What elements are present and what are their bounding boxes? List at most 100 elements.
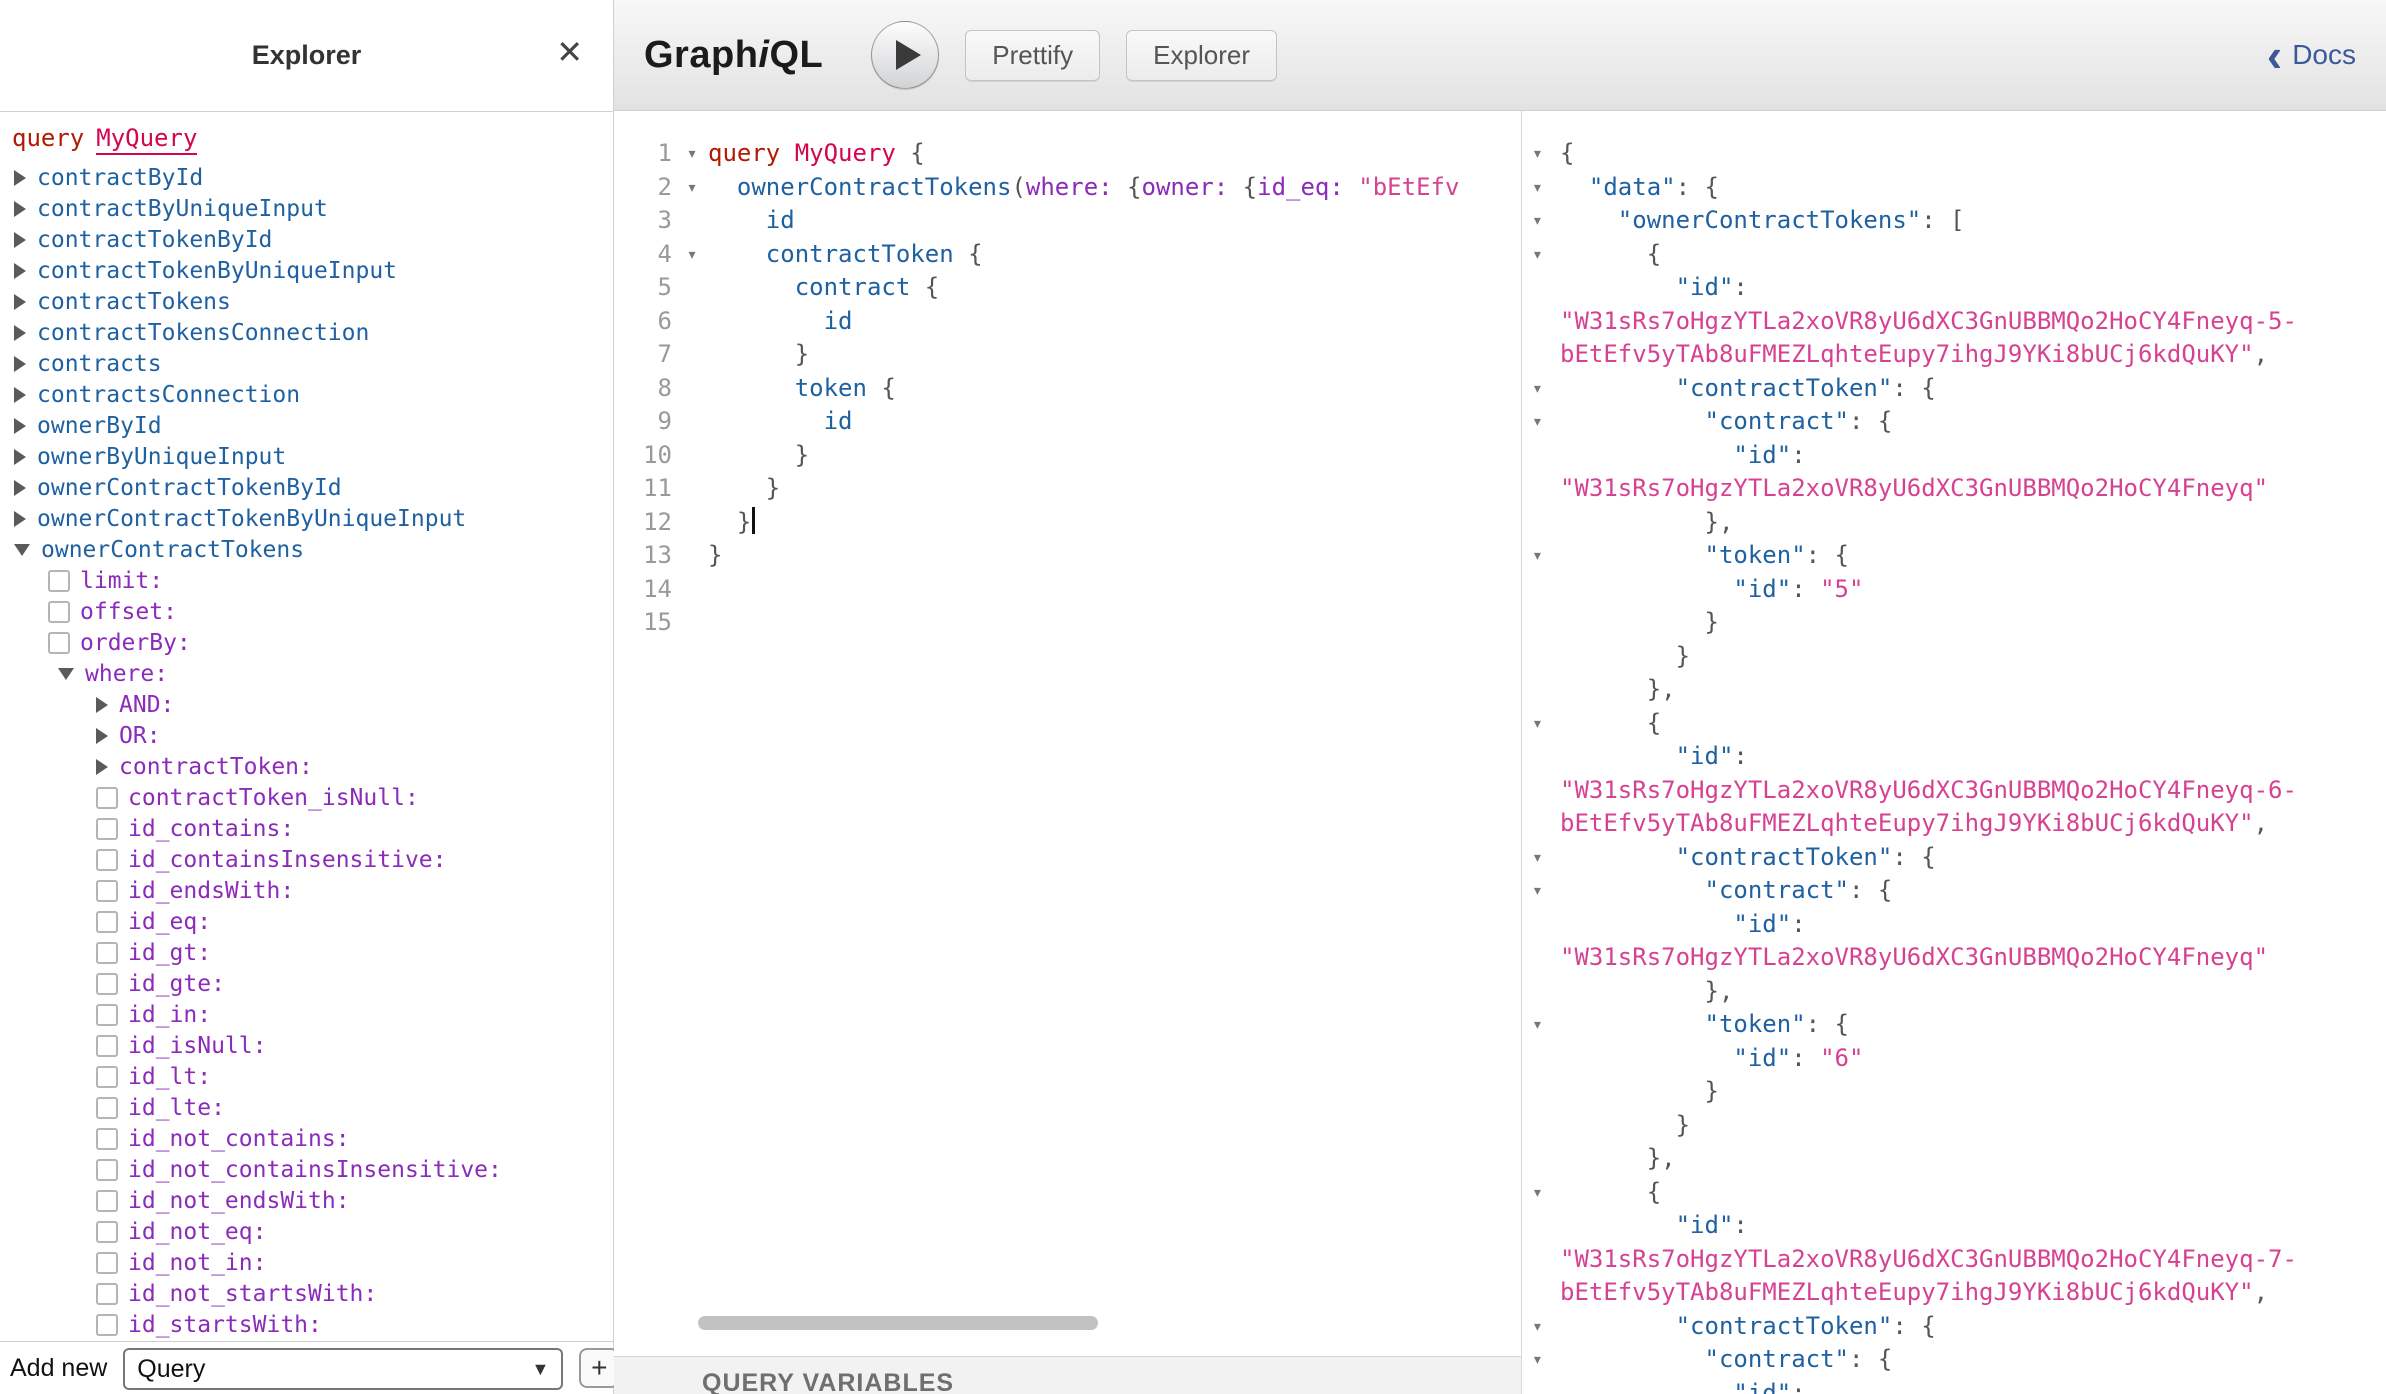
query-editor[interactable]: 1▾query MyQuery {2▾ ownerContractTokens(… (614, 111, 1522, 1394)
explorer-node-id_lte[interactable]: id_lte: (12, 1092, 613, 1123)
collapse-arrow-icon[interactable] (14, 544, 30, 556)
explorer-node-id_endsWith[interactable]: id_endsWith: (12, 875, 613, 906)
checkbox[interactable] (96, 1190, 118, 1212)
fold-arrow-icon[interactable]: ▾ (1522, 405, 1560, 439)
checkbox[interactable] (96, 818, 118, 840)
checkbox[interactable] (96, 787, 118, 809)
explorer-node-contractTokens[interactable]: contractTokens (12, 286, 613, 317)
expand-arrow-icon[interactable] (96, 728, 108, 744)
explorer-node-id_not_endsWith[interactable]: id_not_endsWith: (12, 1185, 613, 1216)
fold-arrow-icon[interactable]: ▾ (1522, 238, 1560, 272)
checkbox[interactable] (96, 1097, 118, 1119)
expand-arrow-icon[interactable] (14, 325, 26, 341)
checkbox[interactable] (96, 911, 118, 933)
checkbox[interactable] (96, 973, 118, 995)
fold-arrow-icon[interactable]: ▾ (1522, 171, 1560, 205)
explorer-node-contractToken[interactable]: contractToken: (12, 751, 613, 782)
explorer-node-contractByUniqueInput[interactable]: contractByUniqueInput (12, 193, 613, 224)
checkbox[interactable] (96, 880, 118, 902)
explorer-node-contractToken_isNull[interactable]: contractToken_isNull: (12, 782, 613, 813)
explorer-node-id_startsWith[interactable]: id_startsWith: (12, 1309, 613, 1340)
explorer-node-AND[interactable]: AND: (12, 689, 613, 720)
fold-arrow-icon[interactable]: ▾ (1522, 137, 1560, 171)
fold-arrow-icon[interactable]: ▾ (676, 137, 708, 171)
docs-link[interactable]: ‹ Docs (2267, 39, 2356, 71)
explorer-node-ownerContractTokenById[interactable]: ownerContractTokenById (12, 472, 613, 503)
expand-arrow-icon[interactable] (14, 356, 26, 372)
checkbox[interactable] (48, 570, 70, 592)
expand-arrow-icon[interactable] (14, 294, 26, 310)
expand-arrow-icon[interactable] (14, 232, 26, 248)
checkbox[interactable] (96, 1283, 118, 1305)
close-icon[interactable]: ✕ (556, 36, 583, 68)
explorer-node-id_containsInsensitive[interactable]: id_containsInsensitive: (12, 844, 613, 875)
expand-arrow-icon[interactable] (14, 511, 26, 527)
fold-arrow-icon[interactable]: ▾ (1522, 874, 1560, 908)
add-new-operation-select[interactable]: Query ▼ (123, 1348, 563, 1390)
explorer-node-id_not_in[interactable]: id_not_in: (12, 1247, 613, 1278)
explorer-node-id_in[interactable]: id_in: (12, 999, 613, 1030)
expand-arrow-icon[interactable] (96, 697, 108, 713)
expand-arrow-icon[interactable] (14, 418, 26, 434)
expand-arrow-icon[interactable] (14, 201, 26, 217)
explorer-node-contractTokensConnection[interactable]: contractTokensConnection (12, 317, 613, 348)
fold-arrow-icon[interactable]: ▾ (1522, 204, 1560, 238)
fold-arrow-icon[interactable]: ▾ (1522, 1343, 1560, 1377)
expand-arrow-icon[interactable] (14, 170, 26, 186)
checkbox[interactable] (96, 1159, 118, 1181)
explorer-node-ownerByUniqueInput[interactable]: ownerByUniqueInput (12, 441, 613, 472)
fold-arrow-icon[interactable]: ▾ (1522, 1176, 1560, 1210)
explorer-node-orderBy[interactable]: orderBy: (12, 627, 613, 658)
explorer-node-id_lt[interactable]: id_lt: (12, 1061, 613, 1092)
explorer-node-OR[interactable]: OR: (12, 720, 613, 751)
expand-arrow-icon[interactable] (96, 759, 108, 775)
collapse-arrow-icon[interactable] (58, 668, 74, 680)
explorer-node-id_not_startsWith[interactable]: id_not_startsWith: (12, 1278, 613, 1309)
checkbox[interactable] (96, 1004, 118, 1026)
fold-arrow-icon[interactable]: ▾ (1522, 539, 1560, 573)
explorer-node-contracts[interactable]: contracts (12, 348, 613, 379)
checkbox[interactable] (96, 942, 118, 964)
explorer-toggle-button[interactable]: Explorer (1126, 30, 1277, 81)
fold-arrow-icon[interactable]: ▾ (676, 238, 708, 272)
explorer-node-limit[interactable]: limit: (12, 565, 613, 596)
explorer-node-ownerContractTokens[interactable]: ownerContractTokens (12, 534, 613, 565)
checkbox[interactable] (96, 1221, 118, 1243)
checkbox[interactable] (48, 601, 70, 623)
fold-arrow-icon[interactable]: ▾ (676, 171, 708, 205)
expand-arrow-icon[interactable] (14, 449, 26, 465)
explorer-node-id_not_eq[interactable]: id_not_eq: (12, 1216, 613, 1247)
explorer-node-id_not_contains[interactable]: id_not_contains: (12, 1123, 613, 1154)
explorer-node-id_isNull[interactable]: id_isNull: (12, 1030, 613, 1061)
explorer-node-contractTokenByUniqueInput[interactable]: contractTokenByUniqueInput (12, 255, 613, 286)
expand-arrow-icon[interactable] (14, 263, 26, 279)
checkbox[interactable] (96, 1035, 118, 1057)
explorer-node-id_contains[interactable]: id_contains: (12, 813, 613, 844)
checkbox[interactable] (96, 1066, 118, 1088)
explorer-node-where[interactable]: where: (12, 658, 613, 689)
explorer-node-id_gt[interactable]: id_gt: (12, 937, 613, 968)
explorer-node-ownerById[interactable]: ownerById (12, 410, 613, 441)
query-variables-header[interactable]: QUERY VARIABLES (614, 1356, 1521, 1394)
fold-arrow-icon[interactable]: ▾ (1522, 707, 1560, 741)
checkbox[interactable] (96, 1252, 118, 1274)
prettify-button[interactable]: Prettify (965, 30, 1100, 81)
fold-arrow-icon[interactable]: ▾ (1522, 841, 1560, 875)
query-name[interactable]: MyQuery (96, 124, 197, 155)
fold-arrow-icon[interactable]: ▾ (1522, 1310, 1560, 1344)
execute-query-button[interactable] (871, 21, 939, 89)
horizontal-scrollbar[interactable] (698, 1316, 1098, 1330)
explorer-node-contractsConnection[interactable]: contractsConnection (12, 379, 613, 410)
explorer-node-id_not_containsInsensitive[interactable]: id_not_containsInsensitive: (12, 1154, 613, 1185)
explorer-node-ownerContractTokenByUniqueInput[interactable]: ownerContractTokenByUniqueInput (12, 503, 613, 534)
expand-arrow-icon[interactable] (14, 480, 26, 496)
explorer-node-id_gte[interactable]: id_gte: (12, 968, 613, 999)
expand-arrow-icon[interactable] (14, 387, 26, 403)
checkbox[interactable] (48, 632, 70, 654)
explorer-node-contractTokenById[interactable]: contractTokenById (12, 224, 613, 255)
explorer-node-offset[interactable]: offset: (12, 596, 613, 627)
fold-arrow-icon[interactable]: ▾ (1522, 372, 1560, 406)
explorer-node-contractById[interactable]: contractById (12, 162, 613, 193)
checkbox[interactable] (96, 1314, 118, 1336)
checkbox[interactable] (96, 1128, 118, 1150)
